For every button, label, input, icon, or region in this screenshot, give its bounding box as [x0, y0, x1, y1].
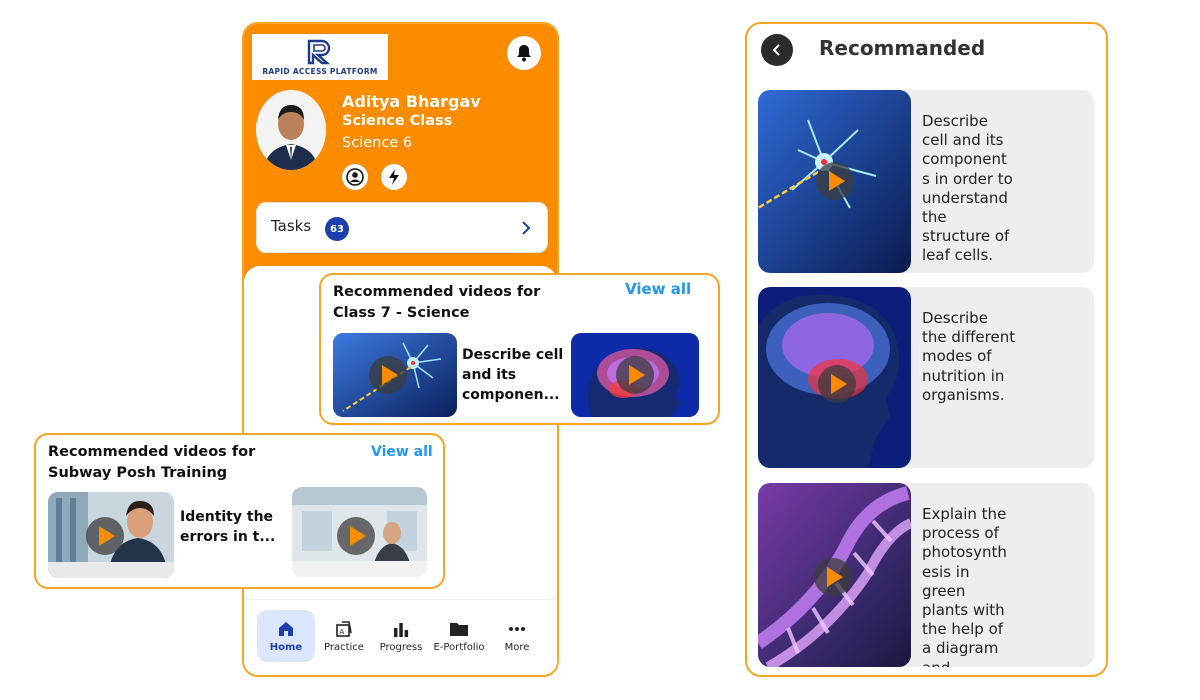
chevron-right-icon [522, 221, 531, 235]
logo-mark-icon [307, 39, 331, 64]
list-item[interactable]: Describe cell and its component s in ord… [758, 90, 1094, 273]
profile-name: Aditya Bhargav [342, 92, 481, 111]
description-line: modes of [922, 347, 992, 366]
video-thumbnail[interactable] [333, 333, 457, 417]
nav-eportfolio[interactable]: E-Portfolio [430, 610, 488, 662]
description-line: photosynth [922, 543, 1007, 562]
video-description: Explain the process of photosynth esis i… [922, 505, 1034, 667]
nav-more[interactable]: More [488, 610, 546, 662]
description-line: organisms. [922, 385, 1005, 404]
recommended-posh-title: Recommended videos for Subway Posh Train… [48, 442, 255, 484]
tasks-label: Tasks [271, 217, 312, 235]
caption-line: Describe cell [462, 347, 564, 363]
video-thumbnail[interactable] [758, 483, 911, 667]
nav-progress[interactable]: Progress [372, 610, 430, 662]
play-icon [814, 558, 852, 596]
description-line: green [922, 581, 966, 600]
title-line-1: Recommended videos for [333, 284, 541, 300]
video-description: Describe the different modes of nutritio… [922, 309, 1034, 405]
play-icon [86, 517, 124, 555]
title-line-2: Class 7 - Science [333, 305, 470, 321]
lightning-icon [389, 169, 399, 185]
list-item[interactable]: Describe the different modes of nutritio… [758, 287, 1094, 468]
description-line: nutrition in [922, 366, 1005, 385]
video-thumbnail[interactable] [571, 333, 699, 417]
description-line: process of [922, 524, 999, 543]
avatar-photo [256, 90, 326, 170]
tasks-card[interactable]: Tasks 63 [256, 202, 548, 253]
page-title: Recommanded [819, 36, 986, 60]
description-line: Describe [922, 309, 988, 327]
description-line: the help of [922, 620, 1004, 639]
profile-header: RAPID ACCESS PLATFORM Aditya Bhargav Sci… [244, 24, 557, 282]
list-item[interactable]: Explain the process of photosynth esis i… [758, 483, 1094, 667]
video-caption: Identity the errors in t... [180, 507, 275, 547]
view-all-link[interactable]: View all [371, 444, 433, 460]
nav-home[interactable]: Home [257, 610, 315, 662]
description-line: esis in [922, 562, 970, 581]
caption-line: and its [462, 367, 517, 383]
description-line: and [922, 659, 1034, 667]
caption-line: errors in t... [180, 529, 276, 545]
recommended-posh-card: Recommended videos for Subway Posh Train… [34, 433, 445, 589]
recommended-science-card: Recommended videos for Class 7 - Science… [319, 273, 720, 425]
user-circle-icon [346, 168, 364, 186]
home-icon [276, 619, 296, 639]
description-line: cell and its [922, 131, 1004, 150]
logo-text: RAPID ACCESS PLATFORM [262, 66, 378, 76]
profile-class: Science Class [342, 113, 453, 129]
recommended-list-screen: Recommanded Describe cell and its compon… [745, 22, 1108, 677]
more-icon [507, 619, 527, 639]
description-line: the different [922, 328, 1016, 347]
notification-button[interactable] [507, 36, 541, 70]
nav-eportfolio-label: E-Portfolio [433, 642, 485, 653]
description-line: structure of [922, 227, 1010, 246]
play-icon [818, 365, 856, 403]
play-icon [369, 356, 407, 394]
description-line: component [922, 150, 1007, 169]
description-line: plants with [922, 601, 1005, 620]
view-all-link[interactable]: View all [625, 280, 691, 298]
description-line: a diagram [922, 639, 999, 658]
profile-subject: Science 6 [342, 135, 413, 151]
title-line-2: Subway Posh Training [48, 465, 228, 481]
video-thumbnail[interactable] [758, 90, 911, 273]
title-line-1: Recommended videos for [48, 444, 256, 460]
caption-line: componen... [462, 387, 560, 403]
tasks-count-badge: 63 [325, 217, 349, 241]
nav-more-label: More [504, 642, 530, 653]
description-line: the [922, 208, 947, 227]
video-thumbnail[interactable] [48, 492, 174, 578]
description-line: s in order to [922, 169, 1013, 188]
quick-action-button[interactable] [381, 164, 407, 190]
nav-progress-label: Progress [379, 642, 423, 653]
svg-text:A: A [340, 628, 345, 636]
avatar [256, 90, 326, 170]
video-description: Describe cell and its component s in ord… [922, 112, 1034, 266]
play-icon [616, 356, 654, 394]
nav-home-label: Home [269, 642, 303, 653]
chevron-left-icon [772, 44, 780, 56]
description-line: Describe [922, 112, 988, 130]
profile-button[interactable] [342, 164, 368, 190]
video-thumbnail[interactable] [292, 487, 427, 577]
bell-icon [517, 45, 531, 62]
video-thumbnail[interactable] [758, 287, 911, 468]
back-button[interactable] [761, 34, 793, 66]
bottom-nav: Home A Practice Progress E-Portfolio Mor… [244, 599, 557, 675]
play-icon [816, 162, 854, 200]
app-logo: RAPID ACCESS PLATFORM [252, 34, 388, 80]
practice-icon: A [334, 619, 354, 639]
description-line: Explain the [922, 505, 1007, 523]
nav-practice[interactable]: A Practice [315, 610, 373, 662]
video-caption: Describe cell and its componen... [462, 345, 563, 405]
description-line: leaf cells. [922, 246, 994, 265]
description-line: understand [922, 188, 1008, 207]
folder-icon [449, 619, 469, 639]
recommended-science-title: Recommended videos for Class 7 - Science [333, 282, 540, 324]
play-icon [337, 517, 375, 555]
bar-chart-icon [391, 619, 411, 639]
nav-practice-label: Practice [324, 642, 364, 653]
caption-line: Identity the [180, 509, 274, 525]
